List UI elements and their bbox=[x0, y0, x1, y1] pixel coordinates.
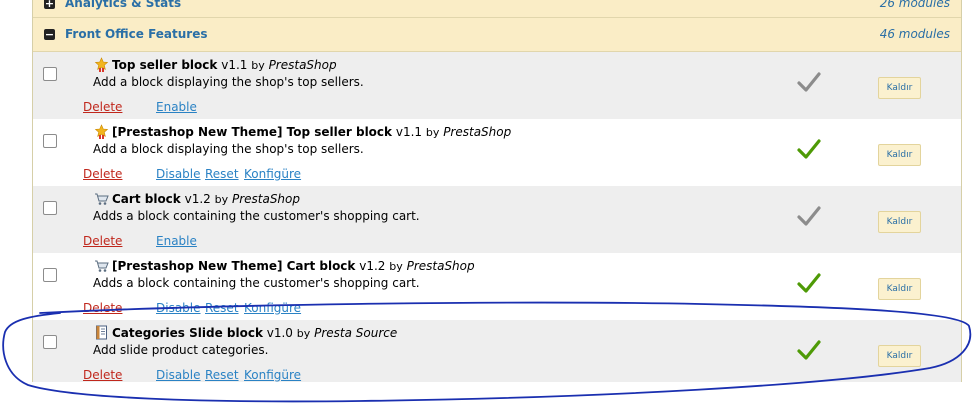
by-label: by bbox=[389, 260, 403, 273]
select-checkbox[interactable] bbox=[43, 134, 57, 148]
active-check-icon bbox=[797, 273, 821, 293]
module-description: Adds a block containing the customer's s… bbox=[93, 276, 420, 290]
module-name-line: Top seller block v1.1 by PrestaShop bbox=[112, 58, 337, 72]
module-row: Top seller block v1.1 by PrestaShop Add … bbox=[33, 52, 961, 119]
by-label: by bbox=[214, 193, 229, 206]
award-icon bbox=[94, 57, 109, 72]
select-checkbox[interactable] bbox=[43, 201, 57, 215]
module-version: v1.1 bbox=[395, 125, 423, 139]
module-list-panel: + Analytics & Stats 26 modules − Front O… bbox=[32, 0, 962, 382]
module-author: PrestaShop bbox=[406, 259, 475, 273]
delete-link[interactable]: Delete bbox=[83, 167, 122, 181]
reset-link[interactable]: Reset bbox=[205, 368, 239, 382]
configure-link[interactable]: Konfigüre bbox=[244, 368, 301, 382]
module-row: Categories Slide block v1.0 by Presta So… bbox=[33, 320, 961, 382]
by-label: by bbox=[425, 126, 440, 139]
configure-link[interactable]: Konfigüre bbox=[244, 301, 301, 315]
delete-link[interactable]: Delete bbox=[83, 234, 122, 248]
delete-link[interactable]: Delete bbox=[83, 100, 122, 114]
enable-link[interactable]: Enable bbox=[156, 100, 197, 114]
module-description: Adds a block containing the customer's s… bbox=[93, 209, 420, 223]
select-checkbox[interactable] bbox=[43, 335, 57, 349]
delete-link[interactable]: Delete bbox=[83, 301, 122, 315]
configure-link[interactable]: Konfigüre bbox=[244, 167, 301, 181]
module-row: [Prestashop New Theme] Top seller block … bbox=[33, 119, 961, 186]
module-name-line: Cart block v1.2 by PrestaShop bbox=[112, 192, 300, 206]
collapse-icon[interactable]: − bbox=[44, 29, 55, 40]
disable-link[interactable]: Disable bbox=[156, 301, 201, 315]
module-version: v1.2 bbox=[359, 259, 386, 273]
module-name-line: Categories Slide block v1.0 by Presta So… bbox=[112, 326, 397, 340]
module-author: PrestaShop bbox=[268, 58, 337, 72]
module-name: Categories Slide block bbox=[112, 326, 263, 340]
uninstall-button[interactable]: Kaldır bbox=[878, 77, 921, 99]
module-description: Add a block displaying the shop's top se… bbox=[93, 142, 364, 156]
category-header-front-office[interactable]: − Front Office Features 46 modules bbox=[33, 18, 961, 52]
module-name: [Prestashop New Theme] Cart block bbox=[112, 259, 356, 273]
expand-icon[interactable]: + bbox=[44, 0, 55, 9]
module-author: PrestaShop bbox=[443, 125, 512, 139]
inactive-check-icon bbox=[797, 72, 821, 92]
module-row: [Prestashop New Theme] Cart block v1.2 b… bbox=[33, 253, 961, 320]
reset-link[interactable]: Reset bbox=[205, 301, 239, 315]
category-header-analytics[interactable]: + Analytics & Stats 26 modules bbox=[33, 0, 961, 18]
active-check-icon bbox=[797, 340, 821, 360]
by-label: by bbox=[296, 327, 311, 340]
award-icon bbox=[94, 124, 109, 139]
module-version: v1.1 bbox=[221, 58, 248, 72]
reset-link[interactable]: Reset bbox=[205, 167, 239, 181]
module-row: Cart block v1.2 by PrestaShop Adds a blo… bbox=[33, 186, 961, 253]
document-icon bbox=[96, 325, 107, 340]
uninstall-button[interactable]: Kaldır bbox=[878, 345, 921, 367]
by-label: by bbox=[251, 59, 265, 72]
module-name: Cart block bbox=[112, 192, 181, 206]
select-checkbox[interactable] bbox=[43, 67, 57, 81]
cart-icon bbox=[95, 260, 109, 272]
module-version: v1.2 bbox=[184, 192, 211, 206]
module-description: Add slide product categories. bbox=[93, 343, 269, 357]
uninstall-button[interactable]: Kaldır bbox=[878, 211, 921, 233]
module-description: Add a block displaying the shop's top se… bbox=[93, 75, 364, 89]
module-name-line: [Prestashop New Theme] Cart block v1.2 b… bbox=[112, 259, 475, 273]
module-version: v1.0 bbox=[266, 326, 293, 340]
module-name: Top seller block bbox=[112, 58, 218, 72]
active-check-icon bbox=[797, 139, 821, 159]
module-author: PrestaShop bbox=[231, 192, 300, 206]
module-author: Presta Source bbox=[314, 326, 398, 340]
disable-link[interactable]: Disable bbox=[156, 167, 201, 181]
category-title[interactable]: Analytics & Stats bbox=[65, 0, 181, 10]
module-count: 26 modules bbox=[879, 0, 950, 10]
disable-link[interactable]: Disable bbox=[156, 368, 201, 382]
select-checkbox[interactable] bbox=[43, 268, 57, 282]
module-count: 46 modules bbox=[879, 27, 950, 41]
module-name-line: [Prestashop New Theme] Top seller block … bbox=[112, 125, 511, 139]
delete-link[interactable]: Delete bbox=[83, 368, 122, 382]
inactive-check-icon bbox=[797, 206, 821, 226]
uninstall-button[interactable]: Kaldır bbox=[878, 144, 921, 166]
cart-icon bbox=[95, 193, 109, 205]
module-name: [Prestashop New Theme] Top seller block bbox=[112, 125, 393, 139]
enable-link[interactable]: Enable bbox=[156, 234, 197, 248]
uninstall-button[interactable]: Kaldır bbox=[878, 278, 921, 300]
category-title[interactable]: Front Office Features bbox=[65, 27, 208, 41]
